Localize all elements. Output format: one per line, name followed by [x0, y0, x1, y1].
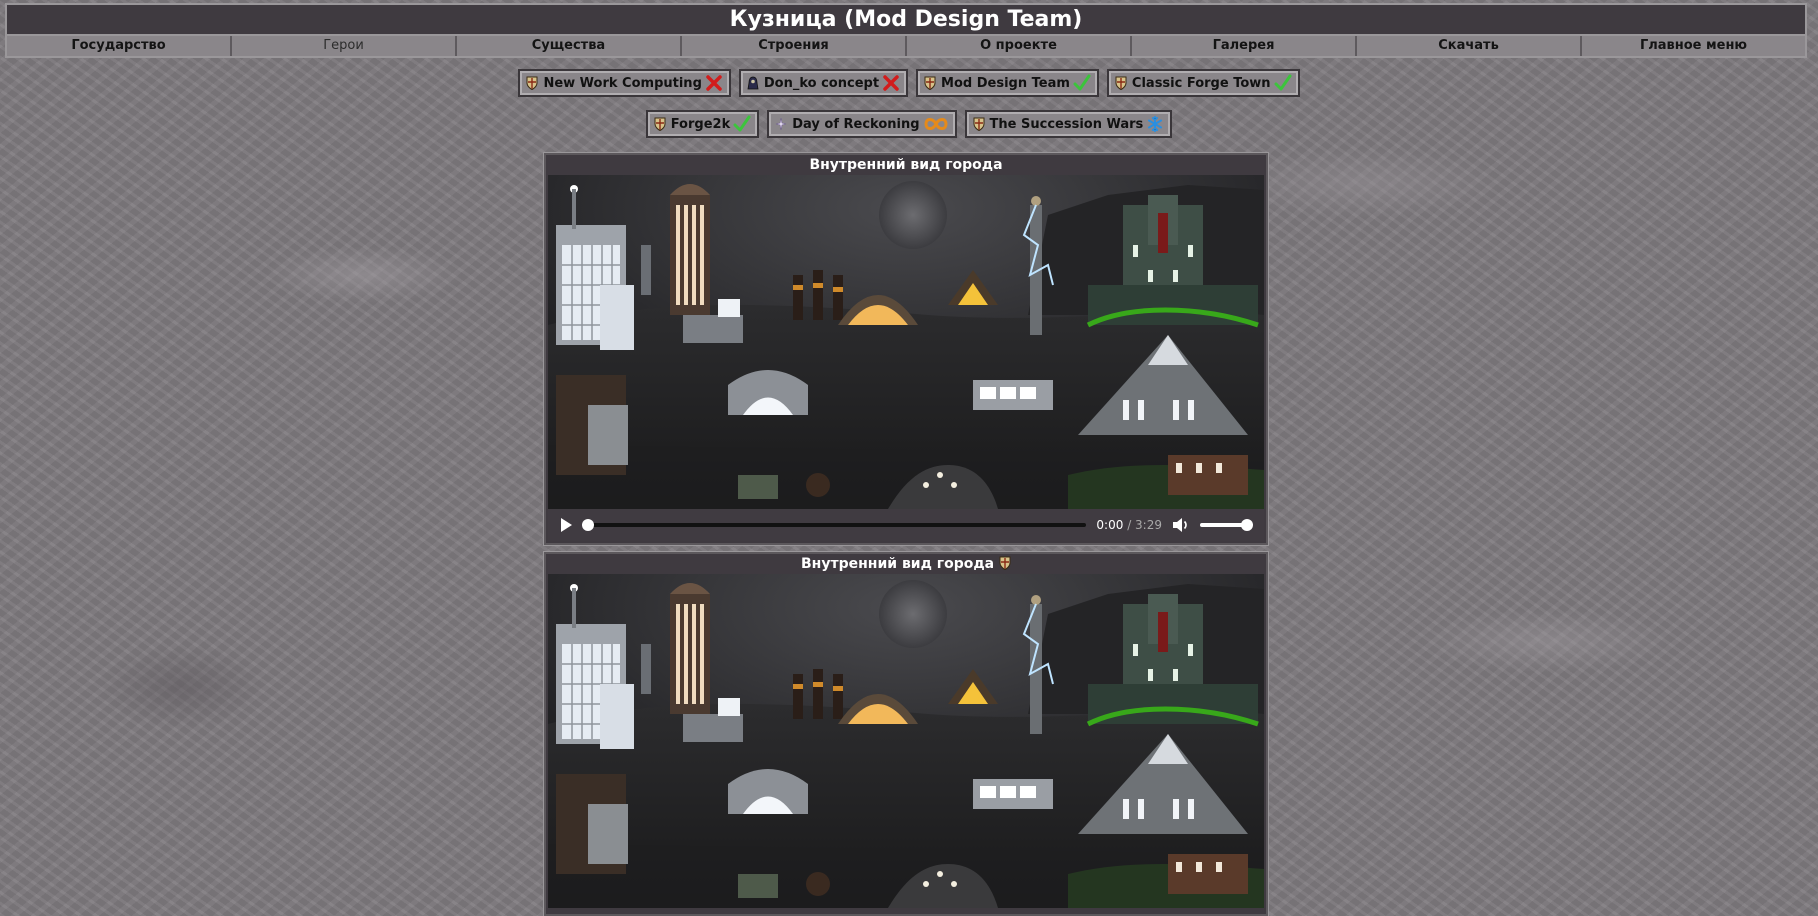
- snowflake-icon: [1148, 116, 1163, 132]
- mod-label: The Succession Wars: [989, 116, 1144, 132]
- nav-item-main-menu[interactable]: Главное меню: [1582, 36, 1805, 56]
- town-shield-icon: [999, 556, 1011, 570]
- mod-button-mod-design-team[interactable]: Mod Design Team: [916, 69, 1099, 97]
- check-icon: [733, 115, 751, 133]
- site-header: Кузница (Mod Design Team) Государство Ге…: [5, 3, 1807, 58]
- image-panel: Внутренний вид города: [544, 552, 1268, 916]
- check-icon: [1274, 74, 1292, 92]
- mod-label: Don_ko concept: [763, 75, 880, 91]
- video-controls: 0:00 / 3:29: [548, 509, 1264, 541]
- star-burst-icon: [776, 117, 787, 131]
- town-shield-icon: [924, 76, 936, 90]
- mod-button-the-succession-wars[interactable]: The Succession Wars: [964, 110, 1173, 138]
- mod-label: Classic Forge Town: [1131, 75, 1271, 91]
- panel-title: Внутренний вид города: [809, 157, 1003, 173]
- x-icon: [705, 74, 723, 92]
- nav-item-state[interactable]: Государство: [7, 36, 232, 56]
- seek-bar[interactable]: [582, 519, 1087, 531]
- volume-handle[interactable]: [1241, 519, 1253, 531]
- seek-handle[interactable]: [582, 519, 594, 531]
- town-screen-image: [548, 574, 1264, 908]
- mod-variants-row-1: New Work Computing Don_ko concept Mod De…: [0, 69, 1818, 97]
- current-time: 0:00: [1096, 518, 1124, 532]
- play-icon[interactable]: [558, 517, 574, 533]
- nav-item-download[interactable]: Скачать: [1357, 36, 1582, 56]
- mod-variants-row-2: Forge2k Day of Reckoning The Succession …: [0, 110, 1818, 138]
- town-shield-icon: [526, 76, 538, 90]
- town-shield-icon: [973, 117, 985, 131]
- mod-button-classic-forge-town[interactable]: Classic Forge Town: [1106, 69, 1300, 97]
- mod-label: Mod Design Team: [941, 75, 1070, 91]
- video-time: 0:00 / 3:29: [1096, 518, 1162, 532]
- mod-label: Day of Reckoning: [792, 116, 920, 132]
- hooded-figure-icon: [747, 76, 759, 90]
- mod-button-new-work-computing[interactable]: New Work Computing: [518, 69, 731, 97]
- nav-item-buildings[interactable]: Строения: [682, 36, 907, 56]
- mod-button-day-of-reckoning[interactable]: Day of Reckoning: [767, 110, 957, 138]
- nav-item-about[interactable]: О проекте: [907, 36, 1132, 56]
- volume-icon[interactable]: [1172, 517, 1190, 533]
- mod-button-don-ko-concept[interactable]: Don_ko concept: [738, 69, 909, 97]
- town-screen-video[interactable]: [548, 175, 1264, 509]
- nav-item-gallery[interactable]: Галерея: [1132, 36, 1357, 56]
- volume-slider[interactable]: [1200, 519, 1253, 531]
- duration: 3:29: [1135, 518, 1162, 532]
- video-panel: Внутренний вид города 0:00 / 3:29: [544, 153, 1268, 545]
- infinity-icon: [924, 118, 948, 130]
- panel-title-text: Внутренний вид города: [801, 556, 995, 572]
- time-separator: /: [1123, 518, 1136, 532]
- main-nav: Государство Герои Существа Строения О пр…: [7, 36, 1805, 56]
- nav-item-heroes[interactable]: Герои: [232, 36, 457, 56]
- mod-button-forge2k[interactable]: Forge2k: [645, 110, 760, 138]
- check-icon: [1073, 74, 1091, 92]
- mod-label: Forge2k: [670, 116, 731, 132]
- nav-item-creatures[interactable]: Существа: [457, 36, 682, 56]
- panel-title: Внутренний вид города: [546, 554, 1266, 574]
- town-shield-icon: [1115, 76, 1127, 90]
- site-title: Кузница (Mod Design Team): [7, 5, 1805, 36]
- mod-label: New Work Computing: [543, 75, 702, 91]
- town-shield-icon: [654, 117, 666, 131]
- x-icon: [882, 74, 900, 92]
